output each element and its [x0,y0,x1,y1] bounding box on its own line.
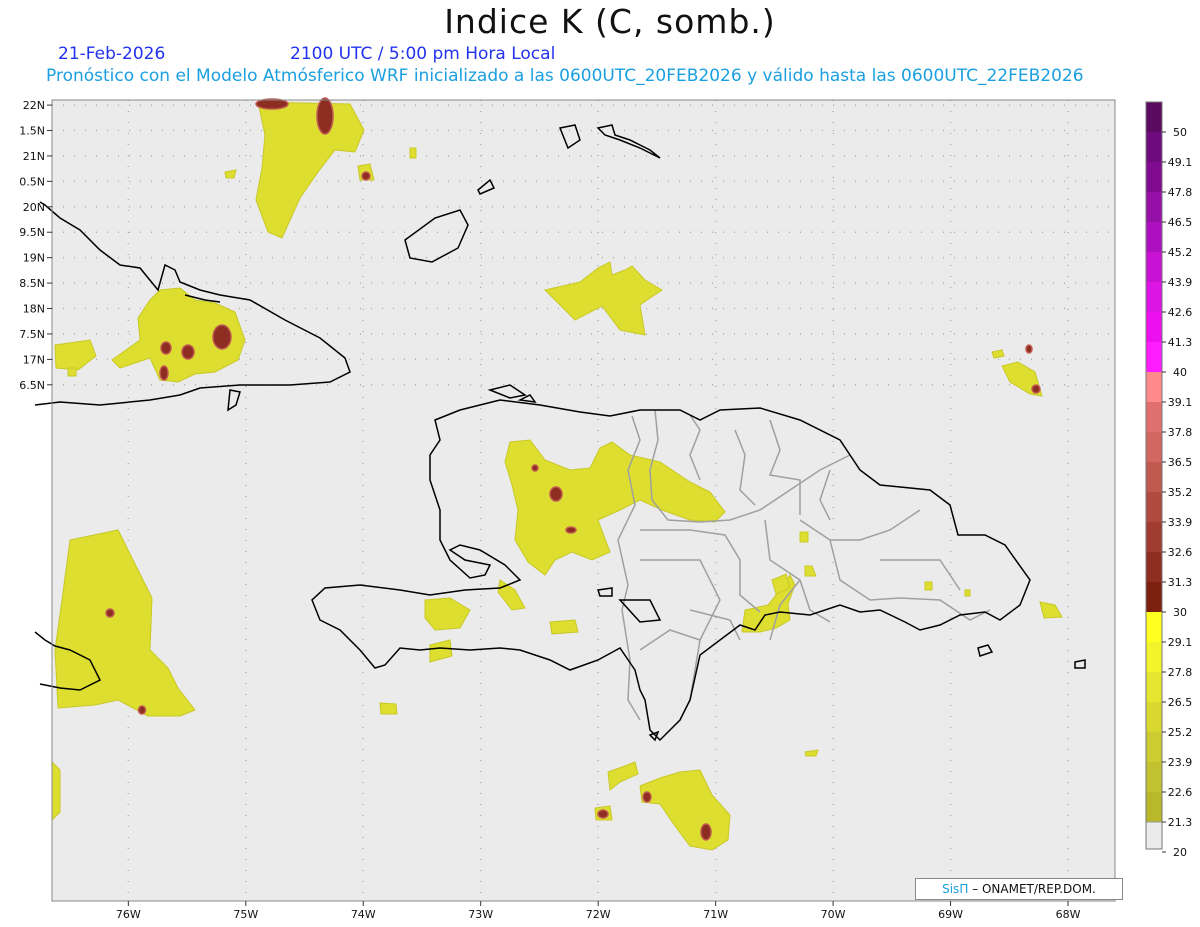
colorbar: 50 49.1 47.8 46.5 45.2 43.9 42.6 41.3 40 39.1 37.8… [1145,101,1193,859]
colorbar-label: 35.2 [1168,486,1193,499]
lon-tick-label: 70W [821,908,846,921]
lat-tick-label: 21N [23,150,45,163]
colorbar-label: 27.8 [1168,666,1193,679]
lat-tick-label: 8.5N [19,277,45,290]
colorbar-swatch [1146,552,1162,582]
lat-tick-label: 20N [23,201,45,214]
lon-tick-label: 72W [586,908,611,921]
colorbar-swatch [1146,672,1162,702]
lat-tick-label: 17N [23,353,45,366]
colorbar-swatch [1146,432,1162,462]
colorbar-swatch [1146,732,1162,762]
colorbar-label: 49.1 [1168,156,1193,169]
lat-tick-label: 22N [23,99,45,112]
colorbar-swatch [1146,162,1162,192]
lon-tick-label: 75W [233,908,258,921]
colorbar-swatch [1146,402,1162,432]
latitude-axis: 22N 1.5N 21N 0.5N 20N 9.5N 19N 8.5N 18N 7.5N 17N 6.… [19,99,52,392]
colorbar-label: 47.8 [1168,186,1193,199]
credit-text: – ONAMET/REP.DOM. [968,882,1096,896]
lat-tick-label: 1.5N [19,125,45,138]
colorbar-swatch [1146,492,1162,522]
k-index-map: 22N 1.5N 21N 0.5N 20N 9.5N 19N 8.5N 18N 7.5N 17N 6.… [19,97,1193,921]
lat-tick-label: 9.5N [19,226,45,239]
lon-tick-label: 68W [1056,908,1081,921]
credit-brand: SisΠ [942,882,969,896]
colorbar-label: 41.3 [1168,336,1193,349]
colorbar-swatch [1146,192,1162,222]
colorbar-label: 36.5 [1168,456,1193,469]
colorbar-swatch [1146,312,1162,342]
colorbar-swatch [1146,522,1162,552]
credit-box: SisΠ – ONAMET/REP.DOM. [915,878,1123,900]
colorbar-label: 31.3 [1168,576,1193,589]
colorbar-swatch [1146,342,1162,372]
colorbar-label: 20 [1173,846,1187,859]
colorbar-label: 50 [1173,126,1187,139]
lon-tick-label: 73W [468,908,493,921]
colorbar-label: 40 [1173,366,1187,379]
colorbar-label: 25.2 [1168,726,1193,739]
colorbar-label: 26.5 [1168,696,1193,709]
colorbar-swatch [1146,372,1162,402]
colorbar-below-swatch [1145,821,1163,850]
lon-tick-label: 74W [351,908,376,921]
colorbar-label: 21.3 [1168,816,1193,829]
lon-tick-label: 76W [116,908,141,921]
colorbar-swatch [1146,222,1162,252]
colorbar-label: 45.2 [1168,246,1193,259]
colorbar-label: 32.6 [1168,546,1193,559]
colorbar-swatch [1146,702,1162,732]
colorbar-swatch [1146,252,1162,282]
lon-tick-label: 71W [703,908,728,921]
colorbar-swatch [1146,612,1162,642]
colorbar-label: 42.6 [1168,306,1193,319]
colorbar-label: 30 [1173,606,1187,619]
lat-tick-label: 7.5N [19,328,45,341]
colorbar-swatch [1146,792,1162,822]
longitude-axis: 76W 75W 74W 73W 72W 71W 70W 69W 68W [116,901,1081,921]
colorbar-swatch [1146,582,1162,612]
colorbar-label: 46.5 [1168,216,1193,229]
lat-tick-label: 18N [23,303,45,316]
lon-tick-label: 69W [938,908,963,921]
colorbar-swatch [1146,642,1162,672]
colorbar-label: 39.1 [1168,396,1193,409]
colorbar-swatch [1146,282,1162,312]
colorbar-label: 33.9 [1168,516,1193,529]
colorbar-swatch [1146,462,1162,492]
colorbar-label: 37.8 [1168,426,1193,439]
colorbar-swatch [1146,102,1162,132]
colorbar-label: 43.9 [1168,276,1193,289]
lat-tick-label: 0.5N [19,175,45,188]
colorbar-label: 22.6 [1168,786,1193,799]
colorbar-label: 29.1 [1168,636,1193,649]
lat-tick-label: 6.5N [19,379,45,392]
colorbar-swatch [1146,762,1162,792]
colorbar-swatch [1146,132,1162,162]
colorbar-label: 23.9 [1168,756,1193,769]
lat-tick-label: 19N [23,252,45,265]
